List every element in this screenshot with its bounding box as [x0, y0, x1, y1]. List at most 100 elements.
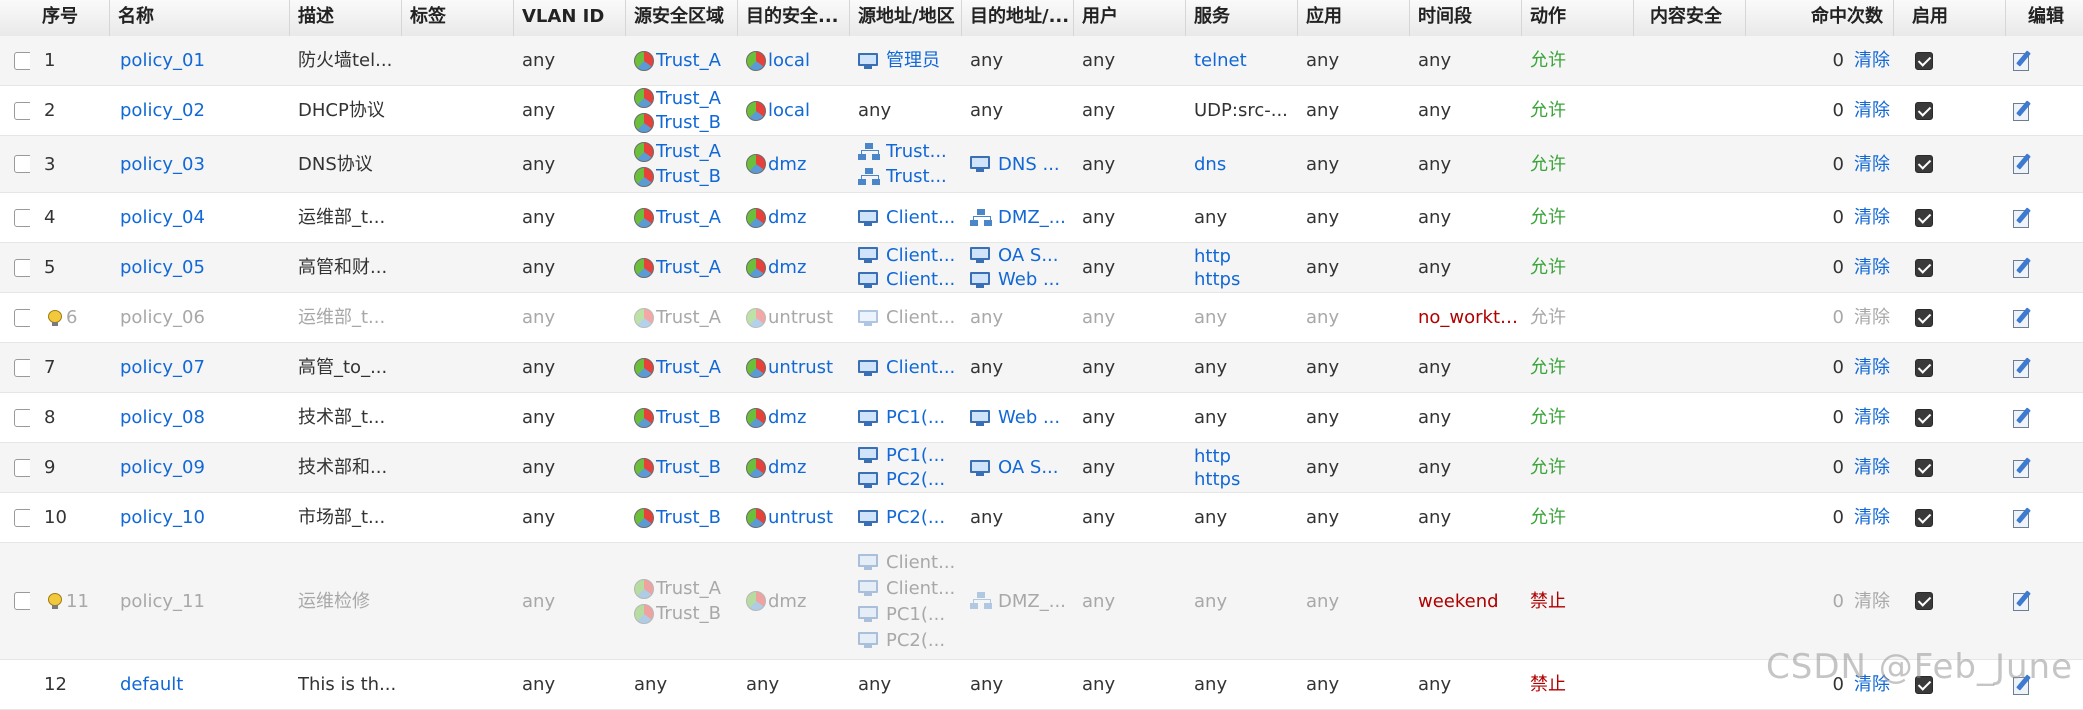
dst-zone-cell[interactable]: dmz [738, 193, 850, 242]
enable-cell[interactable] [1894, 393, 2006, 442]
row-select-cell[interactable] [0, 493, 30, 542]
service-item[interactable]: https [1194, 468, 1240, 491]
src-zone-cell[interactable]: Trust_A Trust_B [626, 543, 738, 659]
header-name[interactable]: 名称 [110, 0, 290, 36]
policy-name-link[interactable]: policy_10 [120, 505, 205, 530]
service-cell[interactable]: telnet [1186, 36, 1298, 85]
policy-name-link[interactable]: policy_11 [120, 589, 205, 614]
service-cell[interactable]: any [1186, 293, 1298, 342]
edit-icon[interactable] [2012, 357, 2034, 379]
address-item[interactable]: DMZ_... [998, 205, 1066, 230]
src-addr-cell[interactable]: Client... [850, 293, 962, 342]
zone-link[interactable]: dmz [768, 405, 806, 430]
policy-name-link[interactable]: default [120, 672, 183, 697]
edit-icon[interactable] [2012, 307, 2034, 329]
service-item[interactable]: http [1194, 445, 1231, 468]
dst-addr-cell[interactable]: any [962, 86, 1074, 135]
table-row[interactable]: 7 policy_07 高管_to_... any Trust_A untrust Clie… [0, 343, 2083, 393]
address-item[interactable]: Client... [886, 355, 955, 380]
table-row[interactable]: 1 policy_01 防火墙tel... any Trust_A local 管理员 any… [0, 36, 2083, 86]
zone-link[interactable]: Trust_A [656, 139, 721, 164]
zone-link[interactable]: Trust_A [656, 355, 721, 380]
header-hits[interactable]: 命中次数 [1746, 0, 1894, 36]
name-cell[interactable]: policy_03 [110, 136, 290, 192]
edit-cell[interactable] [2010, 243, 2083, 292]
address-item[interactable]: DMZ_... [998, 589, 1066, 614]
dst-zone-cell[interactable]: local [738, 36, 850, 85]
enable-checkbox[interactable] [1915, 458, 1933, 477]
address-item[interactable]: PC1(... [886, 602, 945, 627]
row-select-checkbox[interactable] [14, 258, 30, 277]
enable-checkbox[interactable] [1915, 208, 1933, 227]
edit-icon[interactable] [2012, 207, 2034, 229]
policy-name-link[interactable]: policy_04 [120, 205, 205, 230]
src-addr-cell[interactable]: Trust... Trust... [850, 136, 962, 192]
row-select-cell[interactable] [0, 393, 30, 442]
name-cell[interactable]: policy_05 [110, 243, 290, 292]
name-cell[interactable]: policy_09 [110, 443, 290, 492]
address-item[interactable]: Client... [886, 550, 955, 575]
src-addr-cell[interactable]: PC1(... PC2(... [850, 443, 962, 492]
zone-link[interactable]: Trust_A [656, 205, 721, 230]
src-addr-cell[interactable]: 管理员 [850, 36, 962, 85]
service-cell[interactable]: any [1186, 660, 1298, 709]
dst-addr-cell[interactable]: DMZ_... [962, 543, 1074, 659]
header-edit[interactable]: 编辑 [2006, 0, 2083, 36]
edit-icon[interactable] [2012, 50, 2034, 72]
header-action[interactable]: 动作 [1522, 0, 1634, 36]
edit-icon[interactable] [2012, 153, 2034, 175]
row-select-cell[interactable] [0, 293, 30, 342]
edit-cell[interactable] [2010, 443, 2083, 492]
address-item[interactable]: Trust... [886, 164, 947, 189]
name-cell[interactable]: policy_08 [110, 393, 290, 442]
policy-name-link[interactable]: policy_09 [120, 455, 205, 480]
address-item[interactable]: Client... [886, 576, 955, 601]
table-row[interactable]: 8 policy_08 技术部_t... any Trust_B dmz PC1(... We… [0, 393, 2083, 443]
enable-cell[interactable] [1894, 193, 2006, 242]
enable-cell[interactable] [1894, 543, 2006, 659]
enable-checkbox[interactable] [1915, 308, 1933, 327]
row-select-checkbox[interactable] [14, 458, 30, 477]
address-item[interactable]: DNS ... [998, 152, 1060, 177]
address-item[interactable]: Trust... [886, 139, 947, 164]
dst-addr-cell[interactable]: any [962, 493, 1074, 542]
header-dst-addr[interactable]: 目的地址/... [962, 0, 1074, 36]
row-select-cell[interactable] [0, 36, 30, 85]
clear-hits-link[interactable]: 清除 [1854, 205, 1890, 230]
zone-link[interactable]: Trust_B [656, 405, 721, 430]
zone-link[interactable]: Trust_B [656, 601, 721, 626]
zone-link[interactable]: Trust_A [656, 255, 721, 280]
address-item[interactable]: Client... [886, 305, 955, 330]
dst-zone-cell[interactable]: dmz [738, 393, 850, 442]
zone-link[interactable]: Trust_B [656, 111, 721, 136]
clear-hits-link[interactable]: 清除 [1854, 589, 1890, 614]
edit-icon[interactable] [2012, 100, 2034, 122]
clear-hits-link[interactable]: 清除 [1854, 305, 1890, 330]
dst-zone-cell[interactable]: untrust [738, 293, 850, 342]
address-item[interactable]: Web ... [998, 405, 1060, 430]
dst-zone-cell[interactable]: any [738, 660, 850, 709]
dst-zone-cell[interactable]: untrust [738, 343, 850, 392]
header-content-security[interactable]: 内容安全 [1634, 0, 1746, 36]
header-app[interactable]: 应用 [1298, 0, 1410, 36]
service-item[interactable]: https [1194, 268, 1240, 291]
address-item[interactable]: Client... [886, 205, 955, 230]
row-select-cell[interactable] [0, 543, 30, 659]
row-select-checkbox[interactable] [14, 101, 30, 120]
row-select-cell[interactable] [0, 136, 30, 192]
edit-cell[interactable] [2010, 293, 2083, 342]
header-src-addr[interactable]: 源地址/地区 [850, 0, 962, 36]
edit-cell[interactable] [2010, 543, 2083, 659]
dst-zone-cell[interactable]: dmz [738, 136, 850, 192]
table-row[interactable]: 2 policy_02 DHCP协议 any Trust_A Trust_B local an… [0, 86, 2083, 136]
src-zone-cell[interactable]: Trust_A Trust_B [626, 136, 738, 192]
clear-hits-link[interactable]: 清除 [1854, 152, 1890, 177]
table-row[interactable]: 9 policy_09 技术部和... any Trust_B dmz PC1(... PC2… [0, 443, 2083, 493]
zone-link[interactable]: local [768, 98, 810, 123]
zone-link[interactable]: untrust [768, 505, 833, 530]
edit-icon[interactable] [2012, 407, 2034, 429]
edit-icon[interactable] [2012, 507, 2034, 529]
dst-zone-cell[interactable]: dmz [738, 443, 850, 492]
enable-cell[interactable] [1894, 243, 2006, 292]
address-item[interactable]: Client... [886, 243, 955, 268]
